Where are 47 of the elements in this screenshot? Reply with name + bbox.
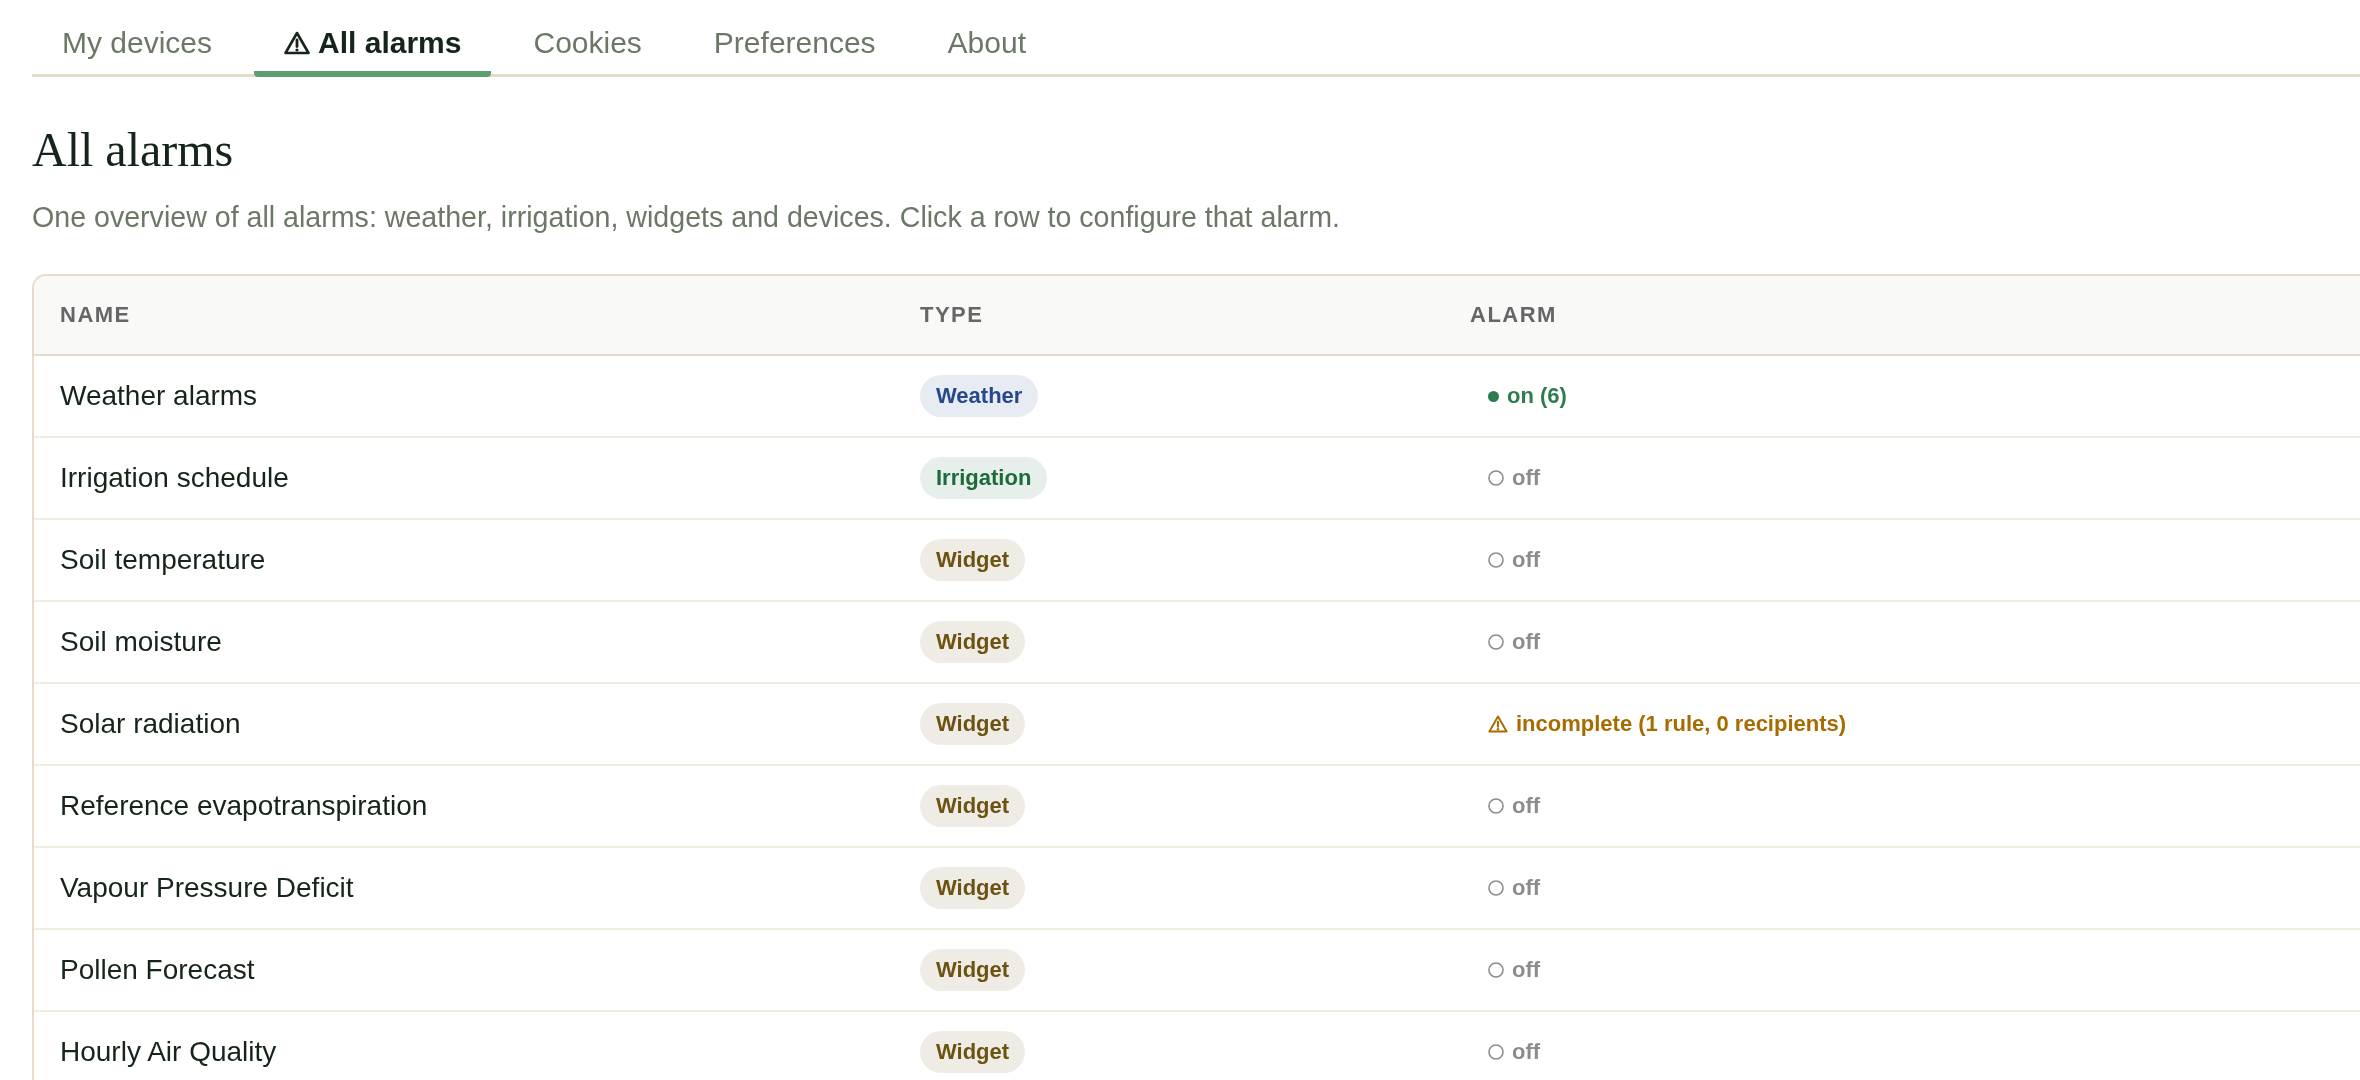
alarm-status-text: off (1512, 1039, 1541, 1065)
empty-circle-icon (1488, 634, 1504, 650)
alarm-name: Pollen Forecast (60, 954, 255, 986)
alarm-name: Irrigation schedule (60, 462, 289, 494)
tab[interactable]: Cookies (503, 0, 672, 77)
empty-circle-icon (1488, 798, 1504, 814)
type-tag: Irrigation (920, 457, 1048, 499)
status-dot-icon (1488, 390, 1499, 402)
page-title: All alarms (32, 122, 235, 178)
alarm-status-text: on (6) (1507, 383, 1567, 409)
alarm-name: Weather alarms (60, 380, 258, 412)
type-tag: Widget (920, 1031, 1026, 1073)
alarm-status-text: incomplete (1 rule, 0 recipients) (1516, 711, 1847, 737)
type-tag: Widget (920, 703, 1026, 745)
alarm-status-text: off (1512, 793, 1541, 819)
alarm-status-text: off (1512, 465, 1541, 491)
column-header: ALARM (1470, 302, 1557, 328)
type-tag: Widget (920, 949, 1026, 991)
page-description: One overview of all alarms: weather, irrigation, widgets and devices. Click a row to configure that alarm. (32, 200, 1341, 234)
alarm-status-text: off (1512, 875, 1541, 901)
type-tag: Weather (920, 375, 1039, 417)
type-tag: Widget (920, 539, 1026, 581)
type-tag: Widget (920, 621, 1026, 663)
tab[interactable]: Preferences (683, 0, 906, 77)
empty-circle-icon (1488, 962, 1504, 978)
type-tag: Widget (920, 867, 1026, 909)
alarm-name: Solar radiation (60, 708, 241, 740)
tab[interactable]: About (917, 0, 1056, 77)
warning-icon (284, 30, 311, 55)
tab[interactable]: My devices (32, 0, 243, 77)
column-header: TYPE (920, 302, 984, 328)
alarm-status-text: off (1512, 957, 1541, 983)
empty-circle-icon (1488, 552, 1504, 568)
alarm-name: Soil moisture (60, 626, 222, 658)
warning-icon (1488, 715, 1508, 733)
alarm-name: Hourly Air Quality (60, 1036, 277, 1068)
empty-circle-icon (1488, 1044, 1504, 1060)
empty-circle-icon (1488, 880, 1504, 896)
type-tag: Widget (920, 785, 1026, 827)
alarm-name: Vapour Pressure Deficit (60, 872, 354, 904)
alarm-status-text: off (1512, 547, 1541, 573)
tab[interactable]: All alarms (254, 0, 492, 77)
alarm-name: Reference evapotranspiration (60, 790, 428, 822)
empty-circle-icon (1488, 470, 1504, 486)
column-header: NAME (60, 302, 131, 328)
alarm-name: Soil temperature (60, 544, 266, 576)
alarm-status-text: off (1512, 629, 1541, 655)
